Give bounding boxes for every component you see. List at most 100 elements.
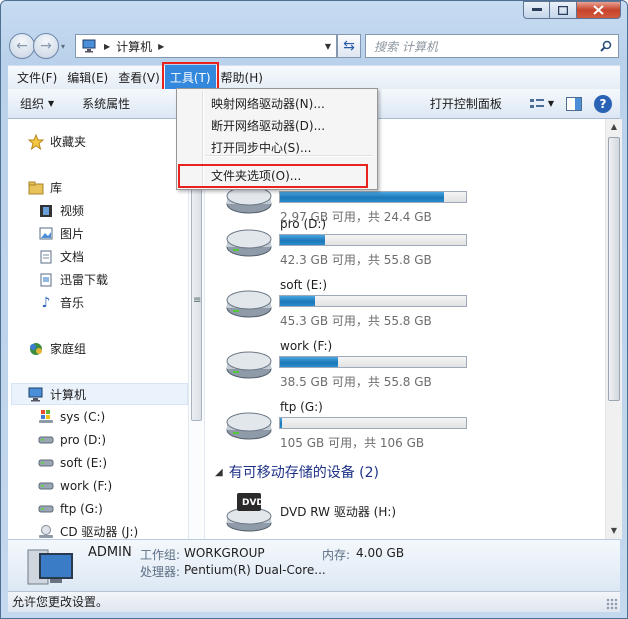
address-bar[interactable]: ▶ 计算机 ▶ ▼ (75, 34, 337, 58)
scroll-up-arrow[interactable]: ▲ (606, 119, 622, 135)
drive-name: ftp (G:) (280, 400, 323, 414)
computer-icon (27, 549, 73, 585)
workgroup-label: 工作组: (140, 548, 181, 562)
collapse-triangle-icon: ◢ (215, 466, 223, 478)
hard-drive-icon (226, 229, 272, 257)
sidebar-item-favorites[interactable]: 收藏夹 (28, 133, 86, 150)
refresh-button[interactable]: ⇆ (337, 34, 361, 58)
sidebar-item-drive-e[interactable]: soft (E:) (38, 455, 107, 471)
system-properties-button[interactable]: 系统属性 (82, 95, 130, 112)
drive-tile-e[interactable]: soft (E:) 45.3 GB 可用，共 55.8 GB (225, 278, 485, 332)
picture-icon (38, 226, 54, 242)
cd-drive-icon (38, 524, 54, 540)
sidebar-item-label: soft (E:) (60, 456, 108, 470)
organize-button[interactable]: 组织 ▼ (20, 95, 54, 112)
caret-down-icon: ▼ (48, 99, 55, 108)
recent-pages-dropdown[interactable]: ▾ (61, 42, 71, 51)
sidebar-item-label: 图片 (60, 227, 85, 241)
sidebar-item-label: work (F:) (60, 479, 113, 493)
view-options-icon (529, 98, 544, 108)
sidebar-item-documents[interactable]: 文档 (38, 248, 84, 265)
help-button[interactable]: ? (594, 94, 612, 113)
vertical-scrollbar[interactable]: ▲ ▼ (605, 119, 622, 539)
forward-button[interactable]: → (33, 33, 59, 59)
menu-edit[interactable]: 编辑(E) (62, 67, 113, 89)
drive-name: soft (E:) (280, 278, 328, 292)
library-icon (28, 180, 44, 196)
menu-view[interactable]: 查看(V) (113, 67, 165, 89)
hard-drive-icon (226, 290, 272, 318)
drive-capacity-text: 45.3 GB 可用，共 55.8 GB (280, 314, 432, 328)
splitter-grip-icon: ≡ (193, 295, 202, 306)
document-icon (38, 249, 54, 265)
menu-item-disconnect-network-drive[interactable]: 断开网络驱动器(D)... (211, 116, 325, 136)
removable-storage-header[interactable]: ◢ 有可移动存储的设备 (2) (215, 462, 379, 482)
search-input[interactable]: 搜索 计算机 (365, 34, 619, 58)
sidebar-item-label: 收藏夹 (50, 135, 87, 149)
menu-item-map-network-drive[interactable]: 映射网络驱动器(N)... (211, 94, 325, 114)
drive-tile-d[interactable]: pro (D:) 42.3 GB 可用，共 55.8 GB (225, 217, 485, 271)
resize-grip-icon[interactable] (606, 598, 618, 610)
drive-name: DVD RW 驱动器 (H:) (280, 505, 397, 519)
tools-menu-dropdown: 映射网络驱动器(N)... 断开网络驱动器(D)... 打开同步中心(S)...… (176, 88, 378, 190)
dvd-drive-tile[interactable]: DVD DVD RW 驱动器 (H:) (225, 489, 485, 543)
drive-tile-f[interactable]: work (F:) 38.5 GB 可用，共 55.8 GB (225, 339, 485, 393)
drive-usage-fill (280, 418, 282, 428)
address-dropdown[interactable]: ▼ (320, 42, 336, 51)
navigation-bar: ← → ▾ ▶ 计算机 ▶ ▼ ⇆ 搜索 计算机 (9, 31, 619, 61)
workgroup-value: WORKGROUP (184, 546, 265, 560)
sidebar-item-drive-j[interactable]: CD 驱动器 (J:) (38, 523, 138, 539)
sidebar-item-label: 音乐 (60, 296, 85, 310)
sidebar-item-videos[interactable]: 视频 (38, 202, 84, 219)
dvd-drive-icon (226, 493, 272, 532)
sidebar-item-label: 迅雷下载 (60, 273, 109, 287)
preview-pane-icon (566, 96, 582, 111)
preview-pane-button[interactable] (566, 96, 582, 111)
organize-label: 组织 (20, 97, 45, 111)
sidebar-item-drive-c[interactable]: sys (C:) (38, 409, 105, 425)
memory-value: 4.00 GB (356, 546, 405, 560)
computer-name: ADMIN (88, 545, 132, 560)
hard-drive-icon (38, 455, 54, 471)
forward-arrow-icon: → (40, 38, 52, 54)
menu-help[interactable]: 帮助(H) (216, 67, 268, 89)
menu-separator (205, 155, 373, 157)
sidebar-item-drive-g[interactable]: ftp (G:) (38, 501, 103, 517)
sidebar-item-pictures[interactable]: 图片 (38, 225, 84, 242)
sidebar-item-drive-d[interactable]: pro (D:) (38, 432, 106, 448)
drive-usage-fill (280, 296, 316, 306)
minimize-button[interactable] (523, 1, 550, 19)
scrollbar-thumb[interactable] (608, 137, 620, 401)
sidebar-item-music[interactable]: ♪ 音乐 (38, 294, 84, 311)
menu-item-folder-options[interactable]: 文件夹选项(O)... (211, 166, 301, 186)
drive-usage-fill (280, 235, 325, 245)
drive-usage-bar (279, 295, 467, 307)
music-note-icon: ♪ (41, 294, 51, 311)
hard-drive-icon (226, 351, 272, 379)
menu-file[interactable]: 文件(F) (12, 67, 62, 89)
chevron-right-icon[interactable]: ▶ (104, 42, 110, 51)
download-folder-icon (38, 272, 54, 288)
open-control-panel-button[interactable]: 打开控制面板 (430, 95, 502, 112)
sidebar-item-thunder-downloads[interactable]: 迅雷下载 (38, 271, 108, 288)
sidebar-item-computer[interactable]: 计算机 (28, 386, 86, 403)
sidebar-item-label: 计算机 (50, 388, 87, 402)
scroll-down-arrow[interactable]: ▼ (606, 523, 622, 539)
drive-usage-fill (280, 192, 444, 202)
sidebar-item-libraries[interactable]: 库 (28, 179, 62, 196)
sidebar-item-label: 文档 (60, 250, 85, 264)
sidebar-item-label: 视频 (60, 204, 85, 218)
drive-capacity-text: 105 GB 可用，共 106 GB (280, 436, 425, 450)
close-button[interactable] (577, 1, 621, 19)
sidebar-item-label: pro (D:) (60, 433, 107, 447)
chevron-right-icon[interactable]: ▶ (158, 42, 164, 51)
hard-drive-icon (226, 412, 272, 440)
maximize-button[interactable] (550, 1, 577, 19)
address-segment-computer[interactable]: 计算机 (116, 38, 152, 55)
back-button[interactable]: ← (9, 33, 35, 59)
sidebar-item-homegroup[interactable]: 家庭组 (28, 340, 86, 357)
drive-tile-g[interactable]: ftp (G:) 105 GB 可用，共 106 GB (225, 400, 485, 454)
change-view-button[interactable]: ▼ (529, 98, 554, 110)
menu-tools[interactable]: 工具(T) (161, 61, 219, 94)
sidebar-item-drive-f[interactable]: work (F:) (38, 478, 112, 494)
